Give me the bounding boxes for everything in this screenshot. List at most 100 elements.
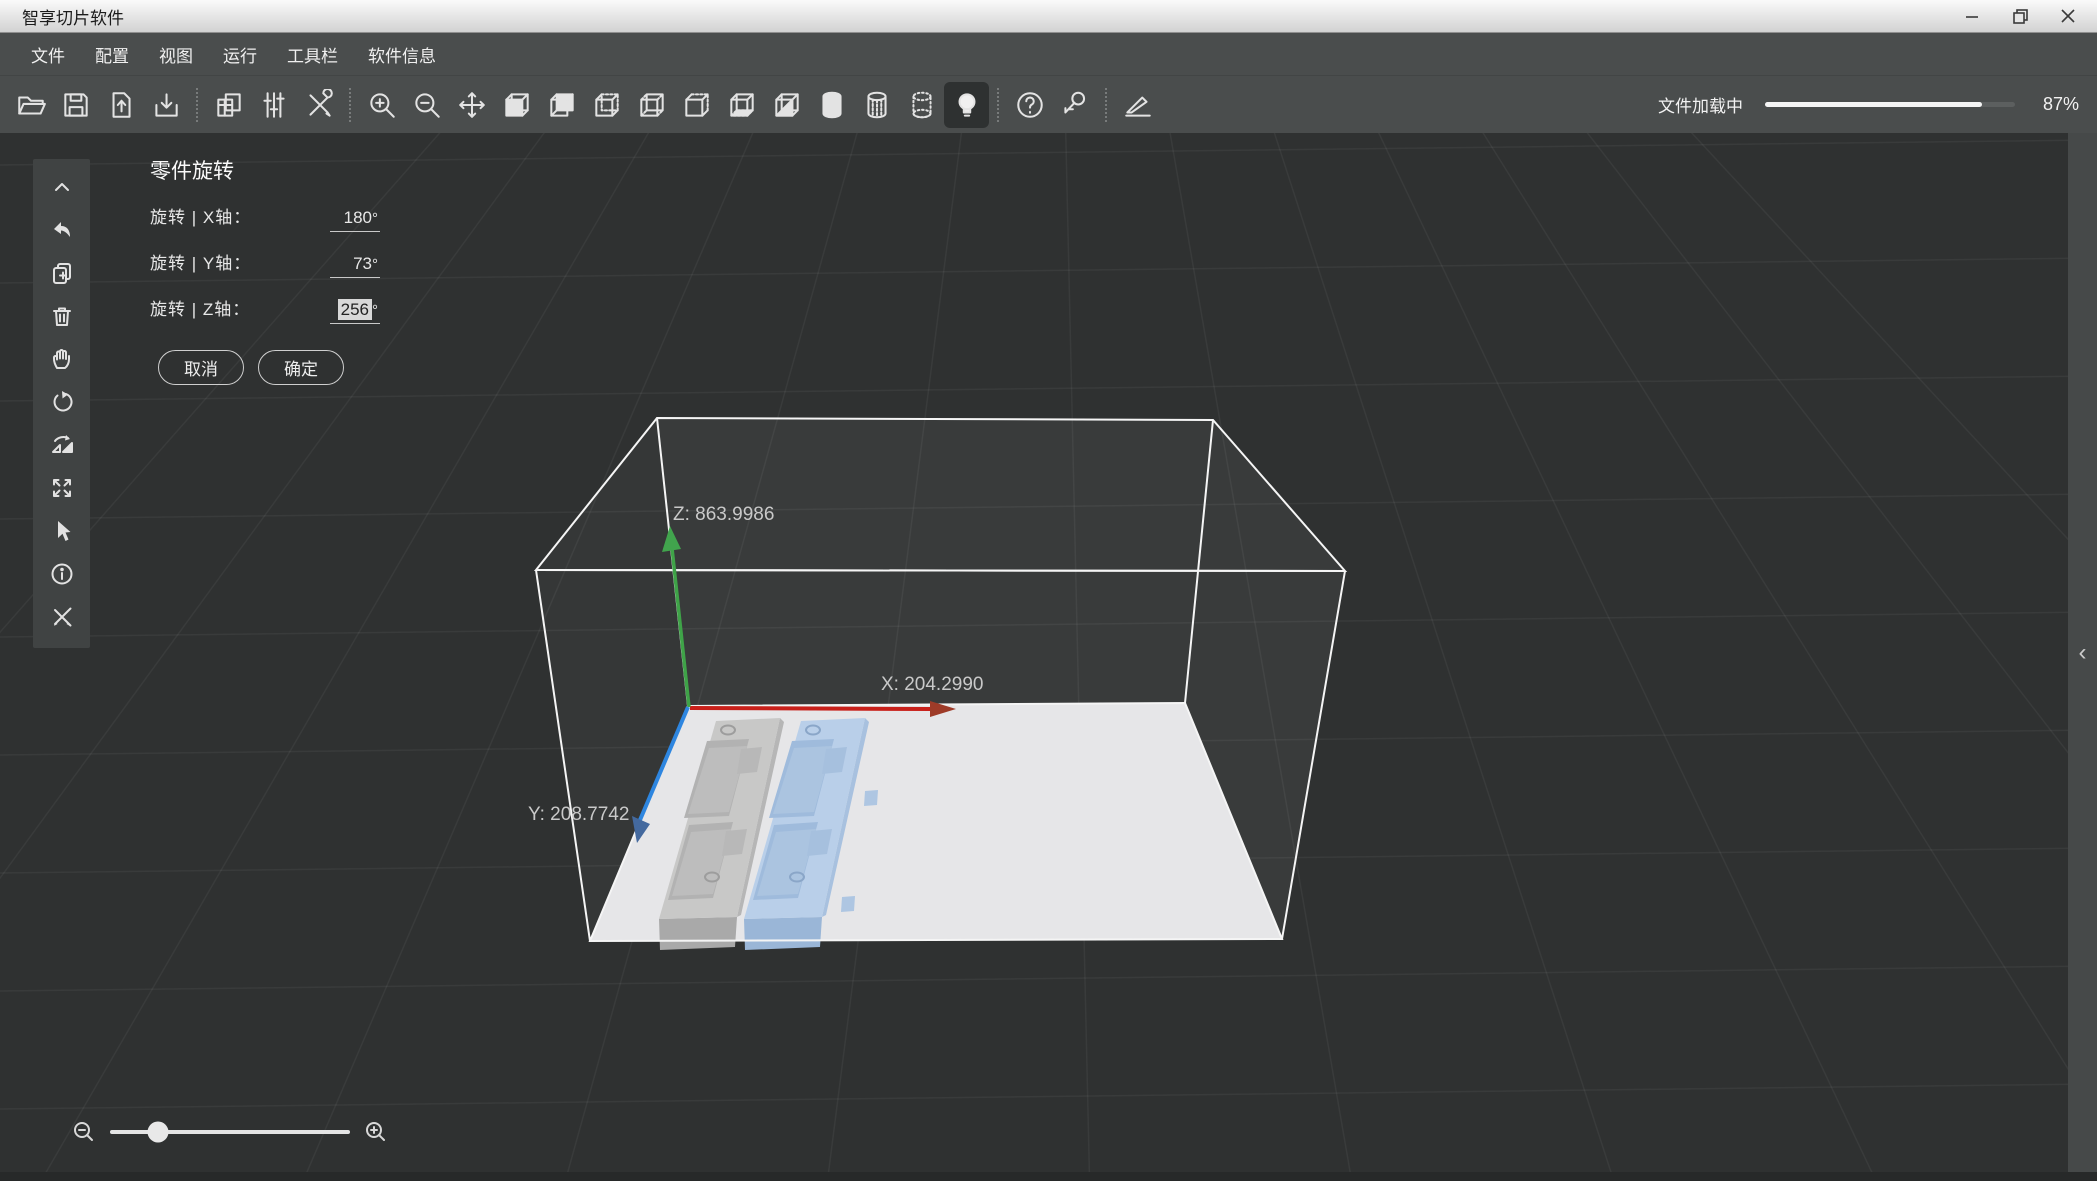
load-file-button[interactable] [143, 82, 188, 128]
confirm-button[interactable]: 确定 [258, 350, 344, 385]
menu-run[interactable]: 运行 [208, 33, 272, 75]
minimize-button[interactable] [1961, 5, 1983, 27]
zoom-slider-track[interactable] [110, 1121, 350, 1143]
cylinder-wire-button[interactable] [854, 82, 899, 128]
cube-front-solid-icon [504, 92, 529, 117]
rotation-z-input[interactable]: 256 ° [330, 299, 380, 324]
cube-top-dashed-icon [684, 92, 709, 117]
expand-arrows-icon [52, 478, 71, 497]
help-button[interactable] [1007, 82, 1052, 128]
light-toggle-button[interactable] [944, 81, 989, 128]
open-folder-icon [17, 96, 46, 115]
part-rotation-panel: 零件旋转 旋转 | X轴： 180° 旋转 | Y轴： 73° 旋转 | Z轴：… [150, 155, 380, 385]
loading-area: 文件加载中 87% [1658, 92, 2079, 117]
save-icon [63, 92, 88, 117]
info-button[interactable] [40, 552, 84, 595]
crossed-tools-icon [53, 607, 71, 626]
cylinder-solid-icon [821, 91, 842, 118]
move-arrows-icon [458, 91, 485, 118]
fit-view-button[interactable] [40, 466, 84, 509]
menu-toolbar[interactable]: 工具栏 [272, 33, 353, 75]
save-file-button[interactable] [53, 82, 98, 128]
zoom-in-plus-icon[interactable] [364, 1120, 388, 1144]
window-title: 智享切片软件 [22, 8, 124, 28]
cylinder-points-icon [911, 91, 932, 118]
view-diagonal-button[interactable] [764, 82, 809, 128]
zoom-out-minus-icon[interactable] [72, 1120, 96, 1144]
sliders-icon [262, 91, 285, 118]
viewport-3d[interactable]: Z: 863.9986 X: 204.2990 Y: 208.7742 零件旋转… [0, 133, 2097, 1172]
rotation-y-input[interactable]: 73° [330, 254, 380, 278]
info-icon [51, 563, 72, 584]
open-file-button[interactable] [8, 82, 53, 128]
cube-left-solid-icon [594, 92, 619, 117]
cylinder-wireframe-icon [866, 91, 887, 118]
view-front-button[interactable] [494, 82, 539, 128]
cube-wireframe-icon [639, 92, 664, 117]
view-back-button[interactable] [539, 82, 584, 128]
cursor-icon [57, 520, 70, 541]
move-button[interactable] [449, 82, 494, 128]
hand-icon [52, 348, 70, 369]
menu-view[interactable]: 视图 [144, 33, 208, 75]
view-top-button[interactable] [674, 82, 719, 128]
restore-button[interactable] [2009, 5, 2031, 27]
file-export-icon [112, 91, 131, 118]
zoom-slider-handle[interactable] [147, 1121, 169, 1143]
zoom-in-button[interactable] [359, 82, 404, 128]
degree-unit: ° [372, 210, 378, 227]
pan-button[interactable] [40, 337, 84, 380]
license-key-button[interactable] [1052, 82, 1097, 128]
left-toolbar [33, 159, 90, 648]
parameter-settings-button[interactable] [251, 82, 296, 128]
chevron-left-icon: ‹ [2078, 638, 2087, 666]
mirror-button[interactable] [40, 423, 84, 466]
loading-percent: 87% [2042, 94, 2079, 114]
zoom-out-button[interactable] [404, 82, 449, 128]
menu-software-info[interactable]: 软件信息 [353, 33, 451, 75]
mirror-flip-icon [51, 434, 73, 453]
delete-button[interactable] [40, 294, 84, 337]
rotate-button[interactable] [40, 380, 84, 423]
menu-file[interactable]: 文件 [16, 33, 80, 75]
copy-cards-icon [216, 92, 241, 117]
z-axis-label: Z: 863.9986 [673, 504, 774, 525]
rotation-y-label: 旋转 | Y轴： [150, 254, 252, 273]
close-icon [2061, 9, 2075, 23]
view-wireframe-button[interactable] [629, 82, 674, 128]
rotation-x-input[interactable]: 180° [330, 208, 380, 232]
rotation-x-label: 旋转 | X轴： [150, 208, 252, 227]
menubar: 文件 配置 视图 运行 工具栏 软件信息 [0, 33, 2097, 75]
blade-calibration-button[interactable] [1115, 82, 1160, 128]
rotation-z-row: 旋转 | Z轴： 256 ° [150, 295, 380, 324]
duplicate-plus-icon [52, 262, 71, 284]
degree-unit: ° [372, 256, 378, 273]
app-window: 智享切片软件 文件 配置 视图 运行 工具栏 软件信息 文件加载中 87% Z:… [0, 0, 2097, 1181]
select-cursor-button[interactable] [40, 509, 84, 552]
right-panel-toggle[interactable]: ‹ [2068, 133, 2097, 1172]
cylinder-points-button[interactable] [899, 82, 944, 128]
view-bottom-button[interactable] [719, 82, 764, 128]
repair-button[interactable] [40, 595, 84, 638]
undo-button[interactable] [40, 208, 84, 251]
wrench-screwdriver-icon [308, 88, 333, 117]
rotation-y-row: 旋转 | Y轴： 73° [150, 249, 380, 278]
cylinder-solid-button[interactable] [809, 82, 854, 128]
toolbar-separator [1105, 87, 1107, 122]
zoom-control [72, 1120, 388, 1144]
y-axis-label: Y: 208.7742 [528, 804, 629, 825]
cancel-button[interactable]: 取消 [158, 350, 244, 385]
cube-back-solid-icon [549, 92, 574, 117]
cube-diagonal-icon [774, 92, 799, 117]
import-file-button[interactable] [98, 82, 143, 128]
main-toolbar: 文件加载中 87% [0, 75, 2097, 133]
duplicate-button[interactable] [40, 251, 84, 294]
close-button[interactable] [2057, 5, 2079, 27]
menu-config[interactable]: 配置 [80, 33, 144, 75]
loading-label: 文件加载中 [1657, 97, 1743, 116]
collapse-toolbar-button[interactable] [40, 165, 84, 208]
view-left-button[interactable] [584, 82, 629, 128]
tools-button[interactable] [296, 82, 341, 128]
slice-preview-button[interactable] [206, 82, 251, 128]
zoom-out-icon [414, 92, 440, 118]
